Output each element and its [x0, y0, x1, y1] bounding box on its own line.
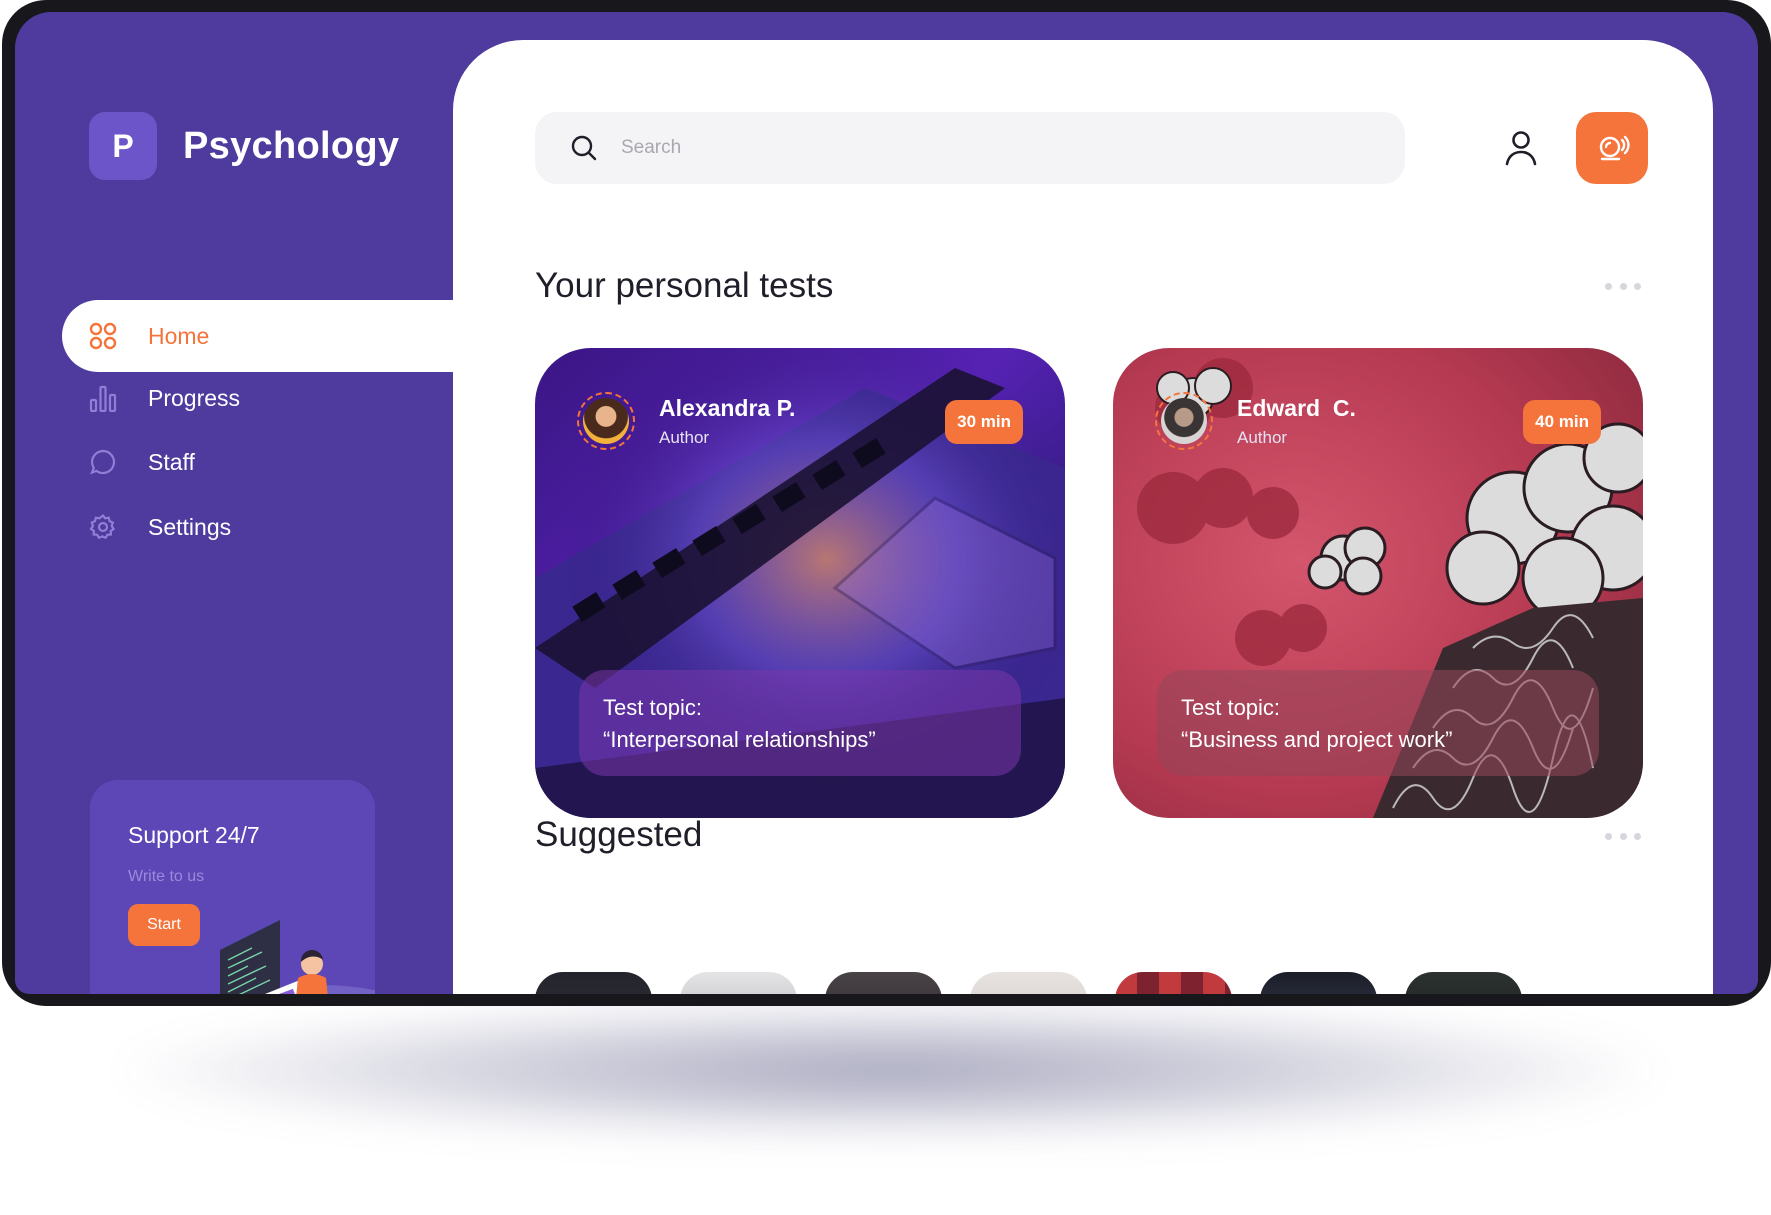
logo-badge: P [89, 112, 157, 180]
sidebar-item-label: Home [148, 322, 210, 349]
duration-badge: 40 min [1523, 400, 1601, 444]
device-shadow [120, 1000, 1660, 1140]
alarm-button[interactable] [1576, 112, 1648, 184]
test-topic: Test topic: “Interpersonal relationships… [579, 670, 1021, 776]
dot [1605, 282, 1612, 290]
main-panel: Your personal tests [453, 40, 1713, 994]
support-subtitle: Write to us [128, 868, 205, 885]
user-icon[interactable] [1501, 128, 1541, 168]
suggested-thumbnail[interactable] [1405, 972, 1522, 994]
sidebar-item-progress[interactable]: Progress [15, 362, 435, 434]
dot [1619, 282, 1627, 290]
app-logo[interactable]: P Psychology [89, 112, 399, 180]
gear-icon [89, 513, 116, 540]
suggested-thumbnail[interactable] [825, 972, 942, 994]
topic-name: “Business and project work” [1181, 727, 1453, 752]
sidebar-item-settings[interactable]: Settings [15, 491, 435, 563]
author-role: Author [659, 427, 710, 447]
support-illustration [220, 920, 375, 994]
card-author: Alexandra P. Author [577, 392, 795, 450]
card-author: Edward C. Author [1155, 392, 1356, 450]
support-title: Support 24/7 [128, 822, 260, 848]
test-card[interactable]: Alexandra P. Author 30 min Test topic: “… [535, 348, 1065, 818]
suggested-thumbnail[interactable] [1115, 972, 1232, 994]
search-input[interactable] [621, 130, 1321, 166]
alarm-icon [1599, 135, 1630, 161]
topic-label: Test topic: [1181, 695, 1281, 720]
device-frame: P Psychology Home Progress Staff Setting… [2, 0, 1771, 1006]
chat-bubble-icon [90, 449, 116, 475]
dot [1634, 282, 1641, 290]
author-name: Alexandra P. [659, 394, 796, 421]
suggested-title: Suggested [535, 815, 703, 854]
dot [1619, 832, 1627, 840]
suggested-thumbnail[interactable] [680, 972, 797, 994]
search-icon [571, 135, 597, 161]
suggested-thumbnail[interactable] [535, 972, 652, 994]
app-window: P Psychology Home Progress Staff Setting… [15, 12, 1758, 994]
duration-badge: 30 min [945, 400, 1023, 444]
support-card: Support 24/7 Write to us Start [90, 780, 375, 994]
topic-name: “Interpersonal relationships” [603, 727, 876, 752]
sidebar-item-label: Staff [148, 448, 195, 475]
topic-label: Test topic: [603, 695, 703, 720]
grid-icon [89, 322, 117, 350]
suggested-list [535, 972, 1522, 994]
sidebar-item-staff[interactable]: Staff [15, 426, 435, 498]
avatar [1155, 392, 1213, 450]
dot [1605, 832, 1612, 840]
test-card[interactable]: Edward C. Author 40 min Test topic: “Bus… [1113, 348, 1643, 818]
personal-tests-more-button[interactable] [1605, 280, 1641, 292]
avatar [577, 392, 635, 450]
personal-tests-title: Your personal tests [535, 266, 834, 305]
suggested-thumbnail[interactable] [1260, 972, 1377, 994]
search-bar[interactable] [535, 112, 1405, 184]
author-role: Author [1237, 427, 1288, 447]
app-name: Psychology [183, 124, 400, 167]
suggested-more-button[interactable] [1605, 830, 1641, 842]
test-topic: Test topic: “Business and project work” [1157, 670, 1599, 776]
author-name: Edward C. [1237, 394, 1356, 421]
sidebar-item-label: Settings [148, 513, 232, 540]
support-start-button[interactable]: Start [128, 904, 200, 946]
bar-chart-icon [89, 385, 117, 412]
suggested-thumbnail[interactable] [970, 972, 1087, 994]
sidebar-item-label: Progress [148, 384, 241, 411]
dot [1634, 832, 1641, 840]
